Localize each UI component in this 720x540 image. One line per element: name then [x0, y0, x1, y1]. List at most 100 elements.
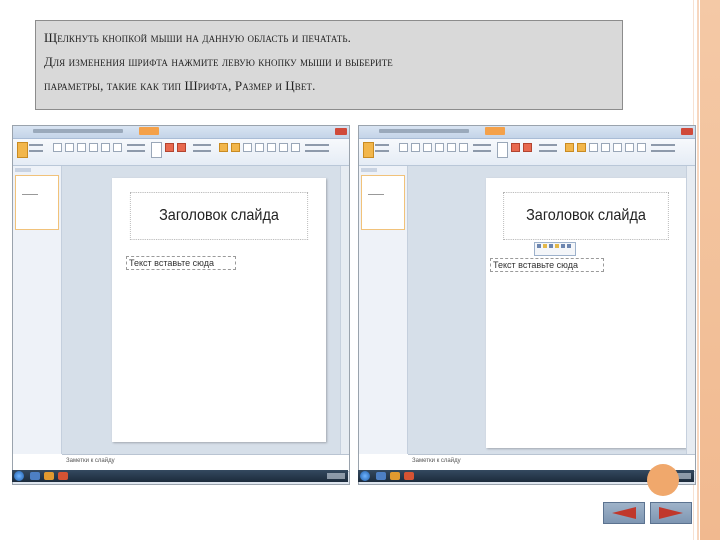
ribbon-icon[interactable] [267, 143, 276, 152]
quick-styles-icon[interactable] [231, 143, 240, 152]
slide-canvas-area: Заголовок слайда Текст вставьте сюда [408, 166, 695, 454]
start-icon[interactable] [360, 471, 370, 481]
vertical-scrollbar[interactable] [340, 166, 349, 454]
ribbon-icon[interactable] [113, 143, 122, 152]
ribbon-control[interactable] [375, 150, 389, 152]
arrange-icon[interactable] [219, 143, 228, 152]
ribbon-icon[interactable] [459, 143, 468, 152]
ribbon-control[interactable] [127, 144, 145, 146]
close-icon[interactable] [335, 128, 347, 135]
ribbon-control[interactable] [651, 144, 675, 146]
ribbon-control[interactable] [29, 150, 43, 152]
ribbon-control[interactable] [473, 150, 491, 152]
ribbon-control[interactable] [539, 150, 557, 152]
slide: Заголовок слайда Текст вставьте сюда [112, 178, 326, 442]
decorative-side-strip [693, 0, 720, 540]
next-slide-button[interactable] [650, 502, 692, 524]
ribbon-icon[interactable] [77, 143, 86, 152]
window-title [379, 129, 469, 133]
mini-toolbar[interactable] [534, 242, 576, 256]
font-color-icon[interactable] [523, 143, 532, 152]
header-line-1: Щелкнуть кнопкой мыши на данную область … [44, 30, 351, 45]
font-color-icon[interactable] [511, 143, 520, 152]
text-placeholder-box[interactable]: Щелкнуть кнопкой мыши на данную область … [35, 20, 623, 110]
font-color-icon[interactable] [177, 143, 186, 152]
screenshot-left: Заголовок слайда Текст вставьте сюда Зам… [12, 125, 350, 485]
arrange-icon[interactable] [565, 143, 574, 152]
slide-thumbnail[interactable] [361, 175, 405, 230]
paste-icon[interactable] [363, 142, 374, 158]
clock [327, 473, 345, 479]
ribbon-icon[interactable] [637, 143, 646, 152]
slides-pane [359, 166, 408, 454]
ribbon-icon[interactable] [243, 143, 252, 152]
window-title [33, 129, 123, 133]
slide: Заголовок слайда Текст вставьте сюда [486, 178, 686, 448]
ribbon-icon[interactable] [101, 143, 110, 152]
slide-title-placeholder[interactable]: Заголовок слайда [129, 192, 309, 240]
prev-slide-button[interactable] [603, 502, 645, 524]
media-icon[interactable] [390, 472, 400, 480]
ribbon-control[interactable] [193, 150, 211, 152]
ribbon [13, 139, 349, 166]
slide-thumbnail[interactable] [15, 175, 59, 230]
ribbon [359, 139, 695, 166]
layout-icon[interactable] [399, 143, 408, 152]
arrow-right-icon [659, 507, 683, 519]
window-titlebar [359, 126, 695, 139]
header-line-3: параметры, такие как тип Шрифта, Размер … [44, 78, 316, 93]
active-ribbon-tab [485, 127, 505, 135]
decorative-circle [647, 464, 679, 496]
text-placeholder[interactable]: Текст вставьте сюда [126, 256, 236, 270]
ribbon-icon[interactable] [291, 143, 300, 152]
active-ribbon-tab [139, 127, 159, 135]
ribbon-control[interactable] [473, 144, 491, 146]
window-titlebar [13, 126, 349, 139]
paste-icon[interactable] [17, 142, 28, 158]
ribbon-icon[interactable] [589, 143, 598, 152]
screenshot-right: Заголовок слайда Текст вставьте сюда Зам… [358, 125, 696, 485]
shapes-icon[interactable] [151, 142, 162, 158]
ribbon-icon[interactable] [447, 143, 456, 152]
powerpoint-icon[interactable] [404, 472, 414, 480]
ribbon-icon[interactable] [423, 143, 432, 152]
text-placeholder[interactable]: Текст вставьте сюда [490, 258, 604, 272]
shapes-icon[interactable] [497, 142, 508, 158]
ribbon-icon[interactable] [625, 143, 634, 152]
quick-styles-icon[interactable] [577, 143, 586, 152]
slides-tab[interactable] [361, 168, 377, 172]
ribbon-icon[interactable] [89, 143, 98, 152]
ribbon-control[interactable] [193, 144, 211, 146]
explorer-icon[interactable] [30, 472, 40, 480]
ribbon-control[interactable] [651, 150, 675, 152]
ribbon-icon[interactable] [65, 143, 74, 152]
slide-canvas-area: Заголовок слайда Текст вставьте сюда [62, 166, 349, 454]
ribbon-control[interactable] [305, 150, 329, 152]
ribbon-icon[interactable] [255, 143, 264, 152]
ribbon-control[interactable] [539, 144, 557, 146]
close-icon[interactable] [681, 128, 693, 135]
ribbon-control[interactable] [29, 144, 43, 146]
ribbon-icon[interactable] [613, 143, 622, 152]
ribbon-control[interactable] [127, 150, 145, 152]
ribbon-control[interactable] [305, 144, 329, 146]
slides-tab[interactable] [15, 168, 31, 172]
taskbar-right [358, 470, 694, 482]
font-color-icon[interactable] [165, 143, 174, 152]
ribbon-control[interactable] [375, 144, 389, 146]
ribbon-icon[interactable] [435, 143, 444, 152]
taskbar-left [12, 470, 348, 482]
ribbon-icon[interactable] [601, 143, 610, 152]
powerpoint-icon[interactable] [58, 472, 68, 480]
layout-icon[interactable] [53, 143, 62, 152]
slides-pane [13, 166, 62, 454]
arrow-left-icon [612, 507, 636, 519]
start-icon[interactable] [14, 471, 24, 481]
explorer-icon[interactable] [376, 472, 386, 480]
media-icon[interactable] [44, 472, 54, 480]
ribbon-icon[interactable] [411, 143, 420, 152]
vertical-scrollbar[interactable] [686, 166, 695, 454]
slide-title-placeholder[interactable]: Заголовок слайда [503, 192, 669, 240]
header-line-2: Для изменения шрифта нажмите левую кнопк… [44, 54, 393, 69]
ribbon-icon[interactable] [279, 143, 288, 152]
